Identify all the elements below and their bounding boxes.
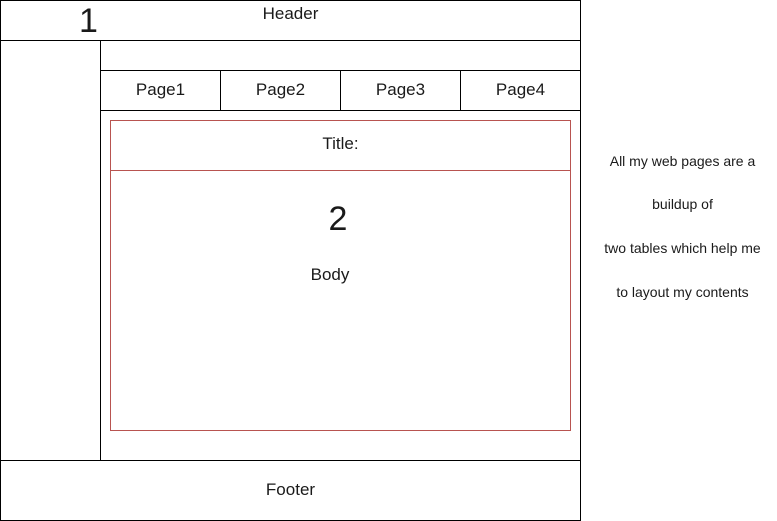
title-divider	[110, 170, 571, 171]
nav-tab-page2[interactable]: Page2	[221, 71, 340, 110]
side-note-line: All my web pages are a	[609, 153, 756, 169]
inner-table-marker: 2	[328, 200, 348, 238]
nav-tab-page1[interactable]: Page1	[101, 71, 220, 110]
side-note-line: two tables which help me	[604, 240, 761, 256]
side-note-line: buildup of	[652, 196, 713, 212]
nav-bottom-border	[100, 110, 581, 111]
footer-label: Footer	[265, 480, 316, 499]
footer-divider	[0, 460, 581, 461]
content-body-label: Body	[310, 265, 350, 284]
side-note-line: to layout my contents	[616, 284, 749, 300]
nav-tab-page4[interactable]: Page4	[461, 71, 580, 110]
content-title-label: Title:	[322, 134, 359, 153]
nav-tab-page3[interactable]: Page3	[341, 71, 460, 110]
header-label: Header	[262, 4, 319, 23]
